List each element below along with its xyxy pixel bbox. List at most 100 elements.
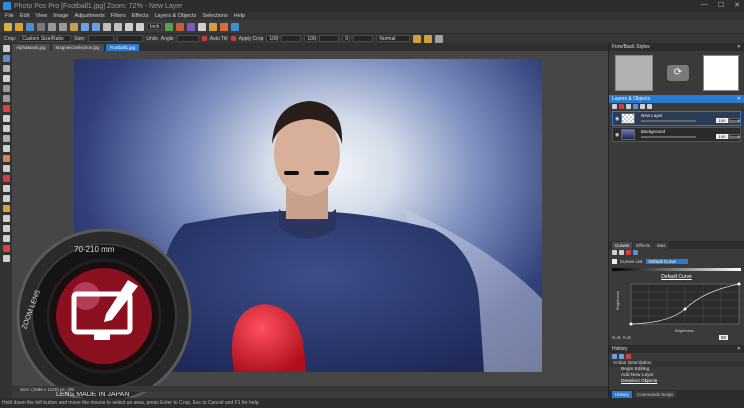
blend-mode-select[interactable]: Normal xyxy=(376,35,411,42)
tab-commands-script[interactable]: Commands Script xyxy=(634,391,676,398)
mode-icon-c[interactable] xyxy=(435,34,444,43)
tab-football1[interactable]: Football1.jpg xyxy=(105,44,140,51)
eye-icon[interactable]: ◉ xyxy=(615,132,619,138)
unit-select[interactable]: Inch xyxy=(147,23,163,30)
tab-alphamask[interactable]: AlphaMask.jpg xyxy=(12,44,50,51)
strength-slider[interactable] xyxy=(319,35,340,42)
eraser-icon[interactable] xyxy=(2,145,10,152)
zoom-out-icon[interactable] xyxy=(136,22,144,31)
menu-filters[interactable]: Filters xyxy=(108,13,129,19)
feather-slider[interactable] xyxy=(353,35,374,42)
tab-effects[interactable]: Effects xyxy=(633,242,653,249)
zoom-icon[interactable] xyxy=(2,185,10,192)
layers-close-icon[interactable]: ✕ xyxy=(737,96,741,102)
menu-file[interactable]: File xyxy=(2,13,17,19)
curve-value-field[interactable]: 50 xyxy=(718,335,728,340)
foreground-color-swatch[interactable] xyxy=(615,55,653,91)
sharpen-icon[interactable] xyxy=(2,235,10,242)
duplicate-layer-icon[interactable] xyxy=(626,104,631,109)
cut-icon[interactable] xyxy=(48,22,56,31)
text-icon[interactable] xyxy=(2,125,10,132)
apply-crop-icon[interactable] xyxy=(230,36,236,41)
close-icon[interactable]: ✕ xyxy=(734,1,740,9)
curve-graph[interactable]: Brightness Brightness xyxy=(609,281,743,333)
lasso-icon[interactable] xyxy=(2,95,10,102)
redo-icon[interactable] xyxy=(92,22,100,31)
curve-preset-select[interactable]: Default Curve xyxy=(645,259,689,264)
fill-icon[interactable] xyxy=(2,155,10,162)
rotate-left-icon[interactable] xyxy=(103,22,111,31)
menu-edit[interactable]: Edit xyxy=(17,13,32,19)
layer-opacity-slider[interactable] xyxy=(641,136,696,138)
history-undo-icon[interactable] xyxy=(612,354,617,359)
crop-mode-select[interactable]: Custom Size/Ratio xyxy=(19,35,72,42)
tab-magneticselection[interactable]: MagneticSelection.jpg xyxy=(51,44,104,51)
layer-opacity-value[interactable]: 100 xyxy=(716,118,728,123)
curve-new-icon[interactable] xyxy=(612,250,617,255)
rotate-right-icon[interactable] xyxy=(114,22,122,31)
print-icon[interactable] xyxy=(37,22,45,31)
open-folder-icon[interactable] xyxy=(15,22,23,31)
history-close-icon[interactable]: ✕ xyxy=(737,346,741,352)
hand-icon[interactable] xyxy=(2,195,10,202)
menu-adjustments[interactable]: Adjustments xyxy=(71,13,107,19)
new-layer-icon[interactable] xyxy=(612,104,617,109)
rect-select-icon[interactable] xyxy=(2,85,10,92)
tab-mask[interactable]: Mas xyxy=(653,242,669,249)
tab-history[interactable]: History xyxy=(612,391,633,398)
opacity-slider[interactable] xyxy=(281,35,302,42)
magic-wand-icon[interactable] xyxy=(2,75,10,82)
layer-row-background[interactable]: ◉ Background 100 Normal xyxy=(612,127,741,142)
burn-icon[interactable] xyxy=(2,255,10,262)
color-tool-icon[interactable] xyxy=(220,22,229,31)
size-height-field[interactable] xyxy=(117,35,144,42)
mode-icon-b[interactable] xyxy=(424,34,433,43)
menu-help[interactable]: Help xyxy=(231,13,248,19)
text-tool-icon[interactable] xyxy=(198,22,207,31)
brush-icon[interactable] xyxy=(2,115,10,122)
strength-field[interactable]: 100 xyxy=(304,35,317,42)
minimize-icon[interactable]: — xyxy=(701,1,708,9)
curve-save-icon[interactable] xyxy=(633,250,638,255)
layer-row-new-layer[interactable]: ◉ New Layer 100 Normal xyxy=(612,111,741,126)
menu-layers-objects[interactable]: Layers & Objects xyxy=(151,13,199,19)
blur-icon[interactable] xyxy=(2,225,10,232)
layers-tool-icon[interactable] xyxy=(209,22,218,31)
history-item-deselect[interactable]: Deselect Objects xyxy=(609,379,744,385)
history-redo-icon[interactable] xyxy=(619,354,624,359)
opacity-field[interactable]: 100 xyxy=(266,35,279,42)
apply-crop-button[interactable]: Apply Crop xyxy=(239,36,264,42)
maximize-icon[interactable]: ☐ xyxy=(718,1,724,9)
effects-tool-icon[interactable] xyxy=(187,22,196,31)
menu-image[interactable]: Image xyxy=(50,13,71,19)
red-eye-icon[interactable] xyxy=(2,175,10,182)
shape-icon[interactable] xyxy=(2,135,10,142)
layer-blend-select[interactable]: Normal xyxy=(728,134,740,139)
copy-icon[interactable] xyxy=(59,22,67,31)
mode-icon-a[interactable] xyxy=(413,34,422,43)
angle-field[interactable] xyxy=(176,35,199,42)
smudge-icon[interactable] xyxy=(2,215,10,222)
help-icon[interactable] xyxy=(231,22,240,31)
new-file-icon[interactable] xyxy=(4,22,12,31)
background-color-swatch[interactable] xyxy=(703,55,739,91)
panel-close-icon[interactable]: ✕ xyxy=(737,44,741,50)
layer-up-icon[interactable] xyxy=(640,104,645,109)
pointer-tool-icon[interactable] xyxy=(2,45,10,52)
curve-open-icon[interactable] xyxy=(619,250,624,255)
merge-layer-icon[interactable] xyxy=(633,104,638,109)
zoom-in-icon[interactable] xyxy=(125,22,133,31)
menu-effects[interactable]: Effects xyxy=(129,13,152,19)
zero-field[interactable]: 0 xyxy=(342,35,351,42)
history-delete-icon[interactable] xyxy=(626,354,631,359)
crop-tool-icon[interactable] xyxy=(2,55,10,62)
layer-blend-select[interactable]: Normal xyxy=(728,118,740,123)
eye-icon[interactable]: ◉ xyxy=(615,116,619,122)
layer-opacity-slider[interactable] xyxy=(641,120,696,122)
pencil-icon[interactable] xyxy=(2,105,10,112)
dodge-icon[interactable] xyxy=(2,245,10,252)
size-width-field[interactable] xyxy=(88,35,115,42)
undo-icon[interactable] xyxy=(81,22,89,31)
select-tool-icon[interactable] xyxy=(165,22,174,31)
auto-tilt-button[interactable]: Auto Tilt xyxy=(210,36,228,42)
